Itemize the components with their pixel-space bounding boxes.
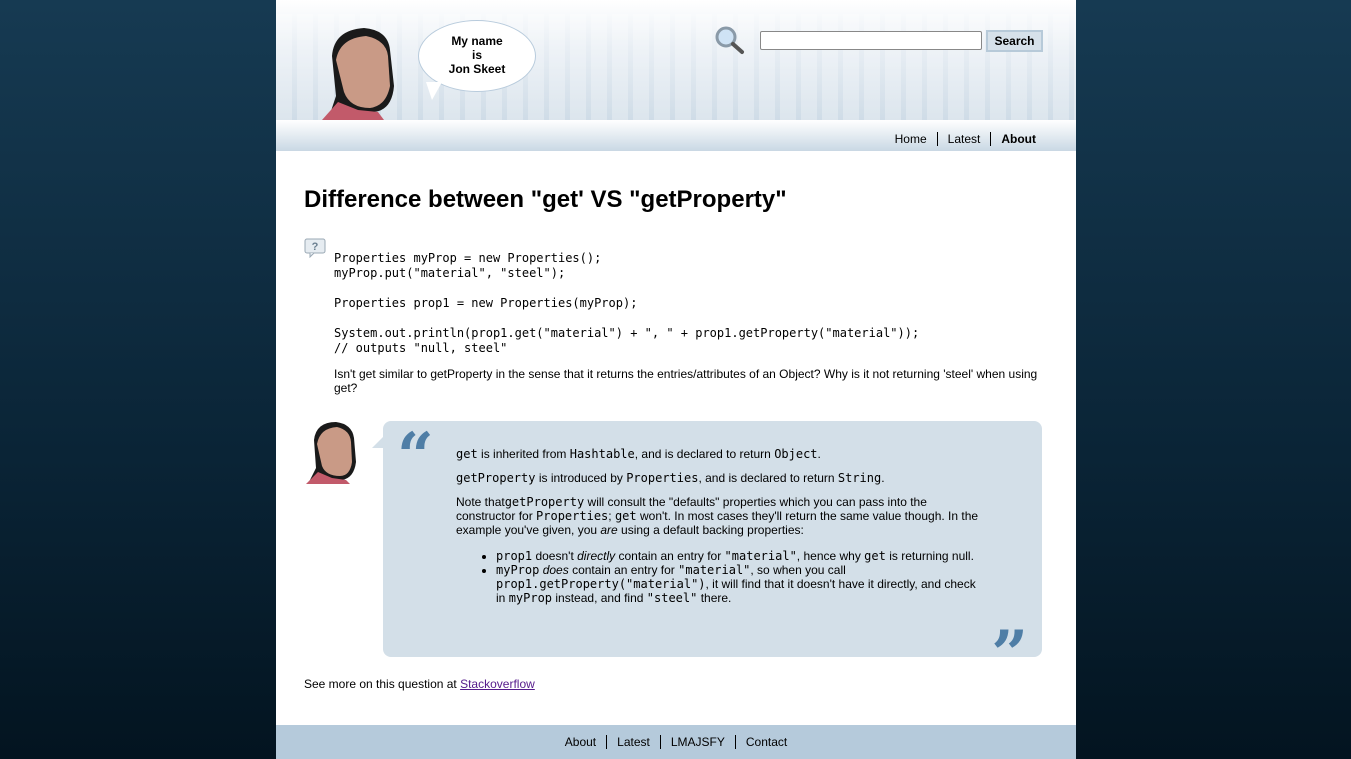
answer-list: prop1 doesn't directly contain an entry … [456,549,986,605]
text: is inherited from [477,447,570,461]
inline-code: Properties [626,471,699,485]
inline-code: prop1.getProperty("material") [496,577,706,591]
bubble-tail [426,82,442,100]
search-input[interactable] [760,31,982,50]
question-code: Properties myProp = new Properties(); my… [334,251,920,355]
page-title: Difference between "get' VS "getProperty… [304,186,787,213]
header: My name is Jon Skeet Search [276,0,1076,120]
text: , and is declared to return [634,447,775,461]
inline-code: getProperty [456,471,536,485]
question-text: Isn't get similar to getProperty in the … [334,367,1038,395]
bubble-line: My name [451,34,503,48]
text: ; [608,509,615,523]
magnifier-icon [715,26,744,54]
inline-code: "material" [724,549,797,563]
footer-nav: About Latest LMAJSFY Contact [276,725,1076,759]
text: , and is declared to return [698,471,838,485]
bubble-line: is [471,48,482,62]
text: , hence why [796,549,865,563]
text: is introduced by [535,471,627,485]
svg-text:?: ? [312,241,319,253]
open-quote-icon: “ [397,419,434,494]
answer-paragraph: Note thatgetProperty will consult the "d… [456,495,986,537]
text: Note that [456,495,505,509]
inline-code: prop1 [496,549,533,563]
list-item: myProp does contain an entry for "materi… [496,563,986,605]
top-nav: Home Latest About [276,120,1076,151]
emphasis: directly [577,549,616,563]
search-button[interactable]: Search [986,30,1043,52]
text: instead, and find [552,591,647,605]
nav-home[interactable]: Home [885,132,937,146]
footer-latest[interactable]: Latest [606,735,660,749]
inline-code: String [837,471,882,485]
see-more: See more on this question at Stackoverfl… [304,677,535,691]
inline-code: Properties [536,509,609,523]
answer-paragraph: get is inherited from Hashtable, and is … [456,447,986,461]
bubble-line: Jon Skeet [448,62,506,76]
question-icon: ? [304,238,326,258]
see-more-text: See more on this question at [304,677,461,691]
text: . [881,471,885,485]
answer-body: get is inherited from Hashtable, and is … [456,447,986,605]
page: My name is Jon Skeet Search Home Latest Ab… [276,0,1076,759]
inline-code: get [864,549,886,563]
answer-paragraph: getProperty is introduced by Properties,… [456,471,986,485]
inline-code: myProp [508,591,553,605]
inline-code: get [456,447,478,461]
answerer-avatar [306,422,356,484]
text: doesn't [532,549,578,563]
text: using a default backing properties: [617,523,804,537]
inline-code: "steel" [646,591,698,605]
inline-code: "material" [678,563,751,577]
list-item: prop1 doesn't directly contain an entry … [496,549,986,563]
text: contain an entry for [615,549,725,563]
nav-about[interactable]: About [990,132,1046,146]
inline-code: Hashtable [569,447,635,461]
text: there. [697,591,732,605]
text: . [817,447,821,461]
nav-latest[interactable]: Latest [936,132,991,146]
answer-box: “ get is inherited from Hashtable, and i… [383,419,1042,687]
footer-about[interactable]: About [555,735,606,749]
close-quote-icon: ” [991,617,1028,692]
inline-code: Object [774,447,818,461]
inline-code: myProp [496,563,540,577]
text: is returning null. [885,549,974,563]
inline-code: getProperty [504,495,585,509]
emphasis: does [542,563,569,577]
emphasis: are [600,523,618,537]
footer-lmajsfy[interactable]: LMAJSFY [659,735,735,749]
inline-code: get [614,509,637,523]
text: contain an entry for [568,563,679,577]
stackoverflow-link[interactable]: Stackoverflow [460,677,535,691]
jon-skeet-avatar [322,28,394,120]
footer-contact[interactable]: Contact [734,735,798,749]
text: , so when you call [750,563,846,577]
